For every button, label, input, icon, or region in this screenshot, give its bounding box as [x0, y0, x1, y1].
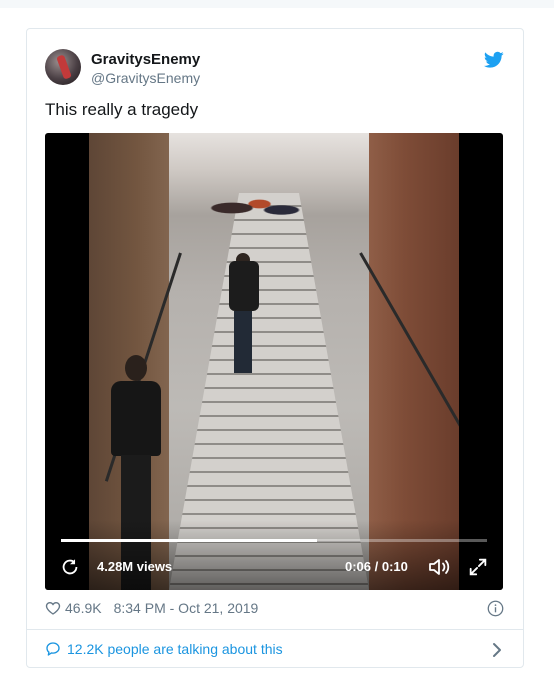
video-progress-bar[interactable] — [61, 539, 487, 542]
speech-bubble-icon — [46, 642, 60, 656]
twitter-bird-icon[interactable] — [484, 51, 504, 69]
avatar[interactable] — [45, 49, 81, 85]
video-controls: 4.28M views 0:06 / 0:10 — [45, 520, 503, 590]
volume-icon[interactable] — [427, 555, 453, 579]
divider — [27, 629, 523, 630]
embedded-tweet-card[interactable]: GravitysEnemy @GravitysEnemy This really… — [26, 28, 524, 668]
page-top-edge — [0, 0, 554, 8]
view-count: 4.28M views — [97, 559, 173, 574]
like-count[interactable]: 46.9K — [65, 600, 102, 616]
conversation-count-label: 12.2K people are talking about this — [67, 641, 283, 657]
display-name[interactable]: GravitysEnemy — [91, 51, 200, 68]
tweet-timestamp[interactable]: 8:34 PM - Oct 21, 2019 — [114, 600, 259, 616]
conversation-link[interactable]: 12.2K people are talking about this — [45, 641, 283, 657]
user-handle[interactable]: @GravitysEnemy — [91, 70, 200, 86]
heart-icon[interactable] — [45, 600, 61, 616]
video-time: 0:06 / 0:10 — [345, 559, 408, 574]
video-player[interactable]: 4.28M views 0:06 / 0:10 — [45, 133, 503, 590]
video-progress-fill — [61, 539, 317, 542]
chevron-right-icon[interactable] — [491, 641, 503, 659]
replay-icon[interactable] — [59, 556, 81, 578]
tweet-text: This really a tragedy — [45, 100, 199, 119]
tweet-meta: 46.9K 8:34 PM - Oct 21, 2019 — [45, 600, 258, 616]
info-icon[interactable] — [487, 600, 504, 617]
fullscreen-icon[interactable] — [467, 556, 489, 578]
